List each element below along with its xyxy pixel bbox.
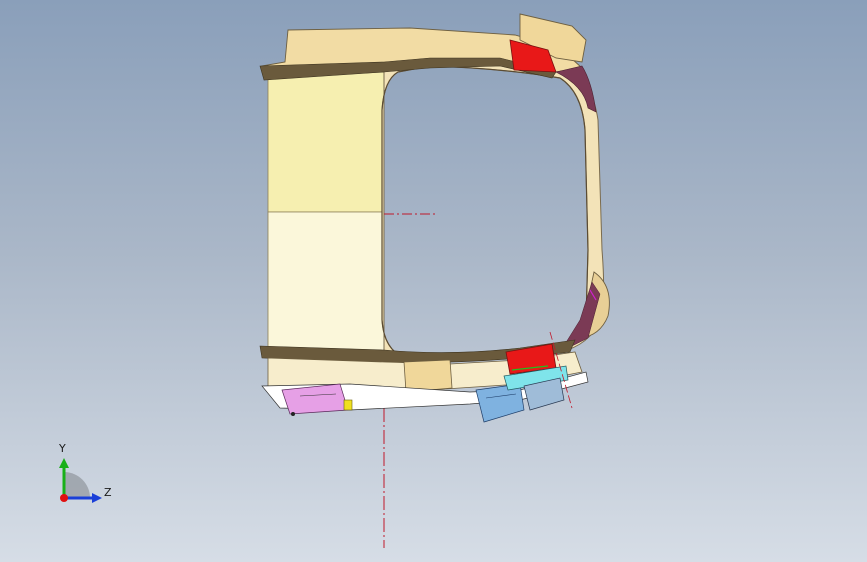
y-axis-arrow	[59, 458, 69, 468]
triad-origin	[60, 494, 68, 502]
y-axis-label: Y	[59, 442, 66, 455]
lower-bracket-yellow-tab	[343, 399, 353, 411]
z-axis-label: Z	[104, 486, 112, 499]
z-axis-arrow	[92, 493, 102, 503]
side-panel-upper	[267, 71, 385, 213]
side-panel-lower	[267, 211, 385, 353]
lower-bracket-bolt	[291, 412, 295, 416]
lower-bracket-blue	[475, 383, 525, 423]
opening-edge	[381, 65, 589, 360]
3d-viewport[interactable]: Y Z	[0, 0, 867, 562]
view-orientation-triad: Y Z	[48, 438, 118, 508]
door-frame-ring	[381, 54, 605, 363]
triad-quarter-disc	[64, 472, 90, 498]
door-frame-model[interactable]	[0, 0, 867, 562]
bottom-tan-block	[403, 359, 453, 393]
